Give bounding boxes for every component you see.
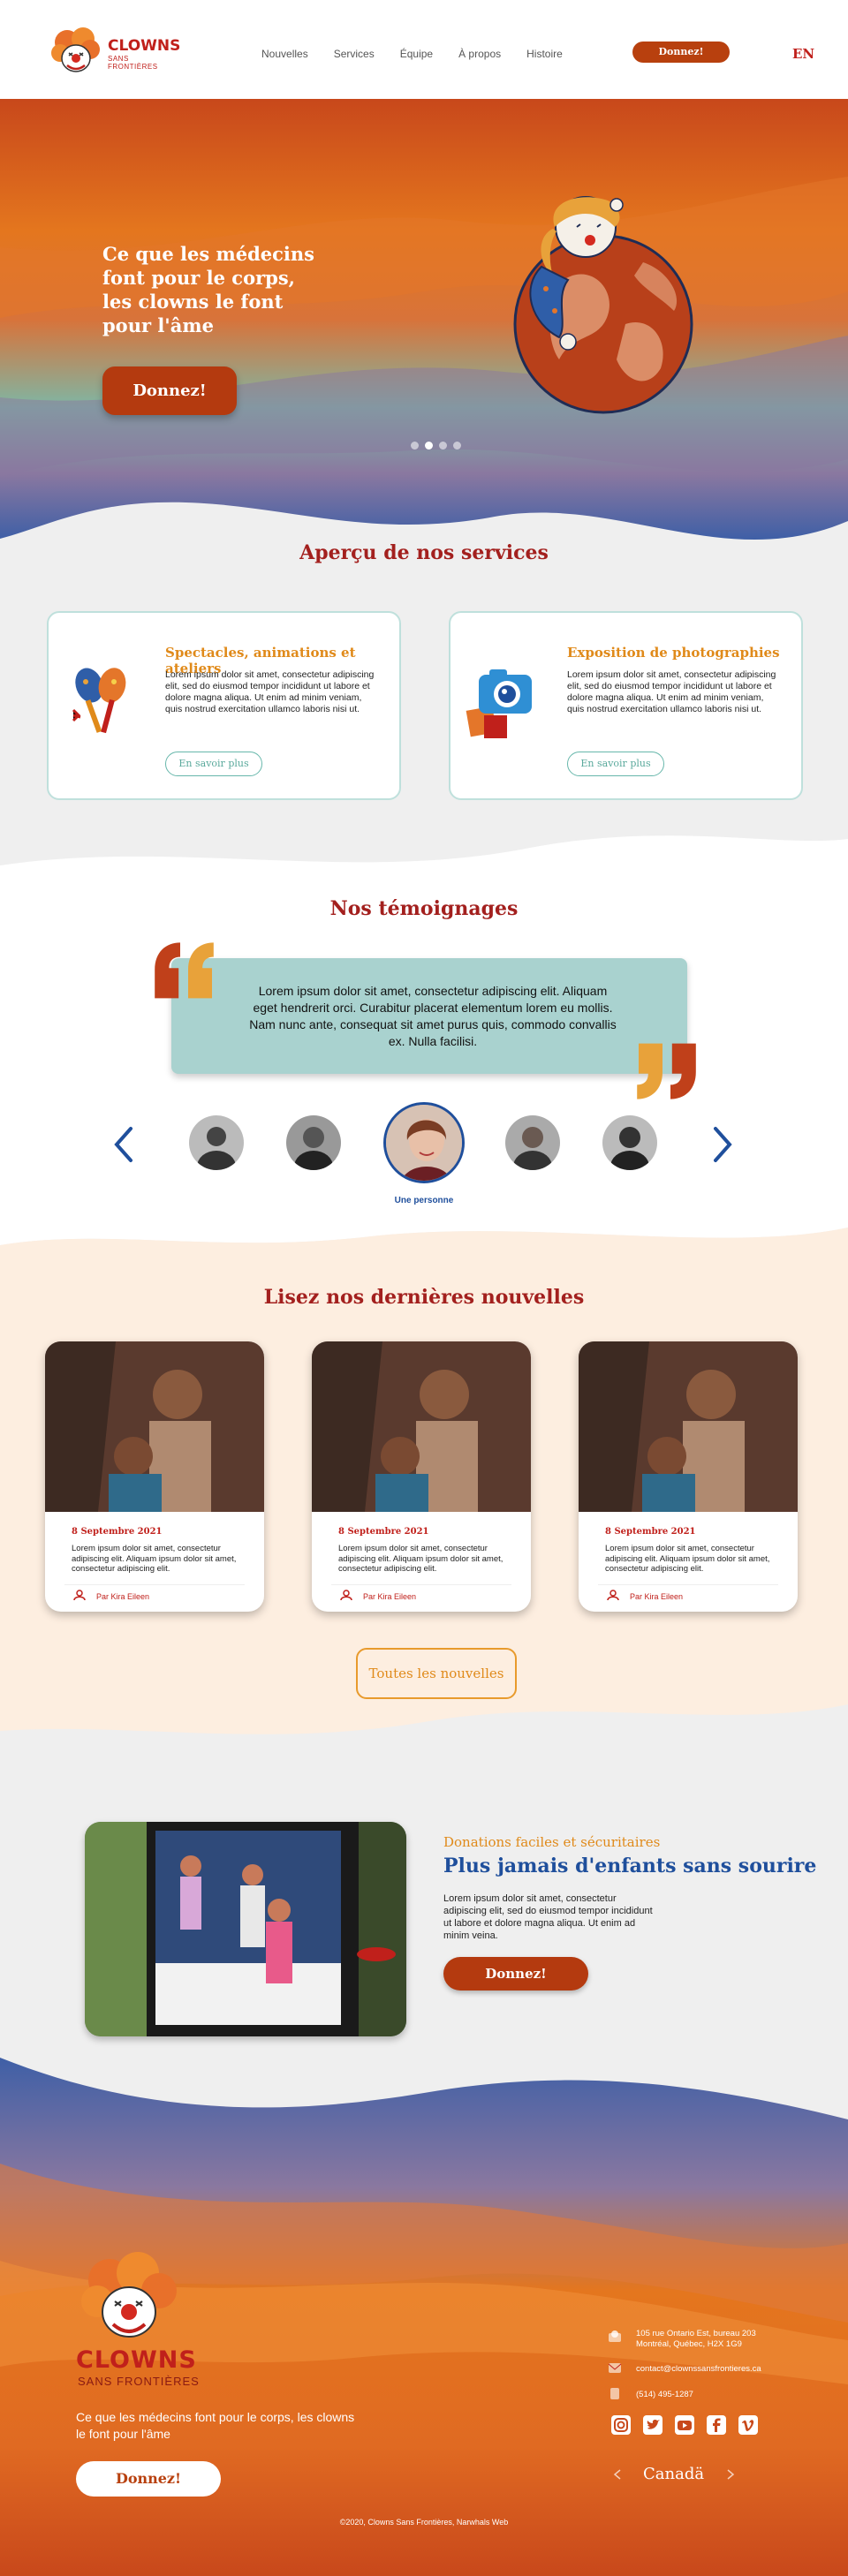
phone-icon — [610, 2388, 619, 2399]
divider — [598, 1584, 778, 1585]
hero-title: Ce que les médecins font pour le corps, … — [102, 243, 314, 336]
site-header: CLOWNS SANS FRONTIÈRES Nouvelles Service… — [0, 0, 848, 99]
donation-title: Plus jamais d'enfants sans sourire — [443, 1855, 817, 1877]
testimonial-avatar[interactable] — [602, 1115, 657, 1170]
footer-email[interactable]: contact@clownssansfrontieres.ca — [636, 2364, 761, 2375]
carousel-dot-active[interactable] — [425, 442, 433, 449]
learn-more-button[interactable]: En savoir plus — [165, 752, 262, 776]
vimeo-icon[interactable] — [738, 2415, 758, 2435]
donation-text: Lorem ipsum dolor sit amet, consectetur … — [443, 1893, 653, 1941]
news-card[interactable]: 8 Septembre 2021 Lorem ipsum dolor sit a… — [579, 1341, 798, 1612]
testimonial-quote-box: Lorem ipsum dolor sit amet, consectetur … — [171, 958, 687, 1074]
user-icon — [607, 1590, 619, 1601]
testimonials-title: Nos témoignages — [329, 897, 519, 920]
donation-subtitle: Donations faciles et sécuritaires — [443, 1834, 661, 1850]
news-excerpt: Lorem ipsum dolor sit amet, consectetur … — [72, 1544, 237, 1574]
divider — [64, 1584, 245, 1585]
testimonial-avatar[interactable] — [286, 1115, 341, 1170]
carousel-dot[interactable] — [411, 442, 419, 449]
testimonial-avatar[interactable] — [505, 1115, 560, 1170]
chevron-left-icon[interactable] — [613, 2468, 622, 2481]
chevron-right-icon[interactable] — [726, 2468, 735, 2481]
service-card-text: Lorem ipsum dolor sit amet, consectetur … — [567, 669, 776, 714]
clown-logo-icon — [51, 27, 100, 72]
canada-wordmark: Canadä — [643, 2465, 705, 2483]
testimonial-avatar-active[interactable] — [383, 1102, 465, 1183]
carousel-dots — [411, 442, 461, 449]
instagram-icon[interactable] — [611, 2415, 631, 2435]
maracas-icon — [72, 668, 126, 734]
user-icon — [340, 1590, 352, 1601]
previous-arrow-icon[interactable] — [111, 1125, 134, 1164]
twitter-icon[interactable] — [643, 2415, 662, 2435]
news-date: 8 Septembre 2021 — [338, 1527, 429, 1537]
brand-name: CLOWNS — [108, 37, 181, 55]
clown-hugging-globe-illustration — [513, 196, 693, 414]
carousel-dot[interactable] — [439, 442, 447, 449]
footer-clown-logo-icon — [81, 2252, 177, 2338]
nav-item-histoire[interactable]: Histoire — [526, 48, 563, 60]
hero-donate-button[interactable]: Donnez! — [102, 366, 237, 415]
next-arrow-icon[interactable] — [712, 1125, 735, 1164]
footer-address: 105 rue Ontario Est, bureau 203 Montréal… — [636, 2329, 756, 2350]
news-author: Par Kira Eileen — [363, 1592, 417, 1601]
donation-photo — [85, 1822, 406, 2036]
camera-icon — [466, 669, 532, 738]
news-card[interactable]: 8 Septembre 2021 Lorem ipsum dolor sit a… — [312, 1341, 531, 1612]
news-date: 8 Septembre 2021 — [605, 1527, 696, 1537]
main-nav: Nouvelles Services Équipe À propos Histo… — [261, 48, 588, 60]
hero-section: Ce que les médecins font pour le corps, … — [0, 99, 848, 558]
testimonial-person-name: Une personne — [394, 1196, 454, 1205]
footer-phone[interactable]: (514) 495-1287 — [636, 2390, 693, 2400]
nav-item-nouvelles[interactable]: Nouvelles — [261, 48, 308, 60]
brand-subtitle: SANS FRONTIÈRES — [108, 55, 158, 71]
footer-tagline: Ce que les médecins font pour le corps, … — [76, 2410, 355, 2441]
donation-donate-button[interactable]: Donnez! — [443, 1957, 588, 1991]
news-date: 8 Septembre 2021 — [72, 1527, 163, 1537]
nav-item-services[interactable]: Services — [334, 48, 375, 60]
news-photo — [579, 1341, 798, 1512]
page: CLOWNS SANS FRONTIÈRES Nouvelles Service… — [0, 0, 848, 2576]
logo[interactable]: CLOWNS SANS FRONTIÈRES — [49, 23, 180, 76]
divider — [331, 1584, 511, 1585]
news-excerpt: Lorem ipsum dolor sit amet, consectetur … — [605, 1544, 770, 1574]
testimonial-avatar[interactable] — [189, 1115, 244, 1170]
youtube-icon[interactable] — [675, 2415, 694, 2435]
language-switch[interactable]: EN — [792, 46, 814, 62]
facebook-icon[interactable] — [707, 2415, 726, 2435]
learn-more-button[interactable]: En savoir plus — [567, 752, 664, 776]
footer-brand-subtitle: SANS FRONTIÈRES — [78, 2375, 200, 2388]
news-card[interactable]: 8 Septembre 2021 Lorem ipsum dolor sit a… — [45, 1341, 264, 1612]
nav-item-equipe[interactable]: Équipe — [400, 48, 433, 60]
location-icon — [609, 2330, 621, 2342]
service-card-title: Exposition de photographies — [567, 645, 780, 661]
carousel-dot[interactable] — [453, 442, 461, 449]
address-line-2: Montréal, Québec, H2X 1G9 — [636, 2339, 742, 2349]
all-news-button[interactable]: Toutes les nouvelles — [356, 1648, 517, 1699]
service-card: Spectacles, animations et ateliers Lorem… — [47, 611, 401, 800]
copyright: ©2020, Clowns Sans Frontières, Narwhals … — [339, 2518, 509, 2527]
news-excerpt: Lorem ipsum dolor sit amet, consectetur … — [338, 1544, 504, 1574]
header-donate-button[interactable]: Donnez! — [632, 42, 730, 63]
footer-brand-name: CLOWNS — [76, 2346, 197, 2374]
news-author: Par Kira Eileen — [630, 1592, 684, 1601]
testimonial-quote: Lorem ipsum dolor sit amet, consectetur … — [249, 984, 617, 1048]
open-quote-icon — [155, 942, 214, 999]
news-author: Par Kira Eileen — [96, 1592, 150, 1601]
nav-item-a-propos[interactable]: À propos — [458, 48, 501, 60]
news-photo — [312, 1341, 531, 1512]
news-photo — [45, 1341, 264, 1512]
news-title: Lisez nos dernières nouvelles — [263, 1286, 585, 1309]
email-icon — [608, 2363, 622, 2373]
close-quote-icon — [637, 1043, 696, 1099]
footer-donate-button[interactable]: Donnez! — [76, 2461, 221, 2497]
service-card: Exposition de photographies Lorem ipsum … — [449, 611, 803, 800]
services-title: Aperçu de nos services — [299, 541, 549, 564]
service-card-text: Lorem ipsum dolor sit amet, consectetur … — [165, 669, 375, 714]
address-line-1: 105 rue Ontario Est, bureau 203 — [636, 2329, 756, 2338]
user-icon — [73, 1590, 86, 1601]
